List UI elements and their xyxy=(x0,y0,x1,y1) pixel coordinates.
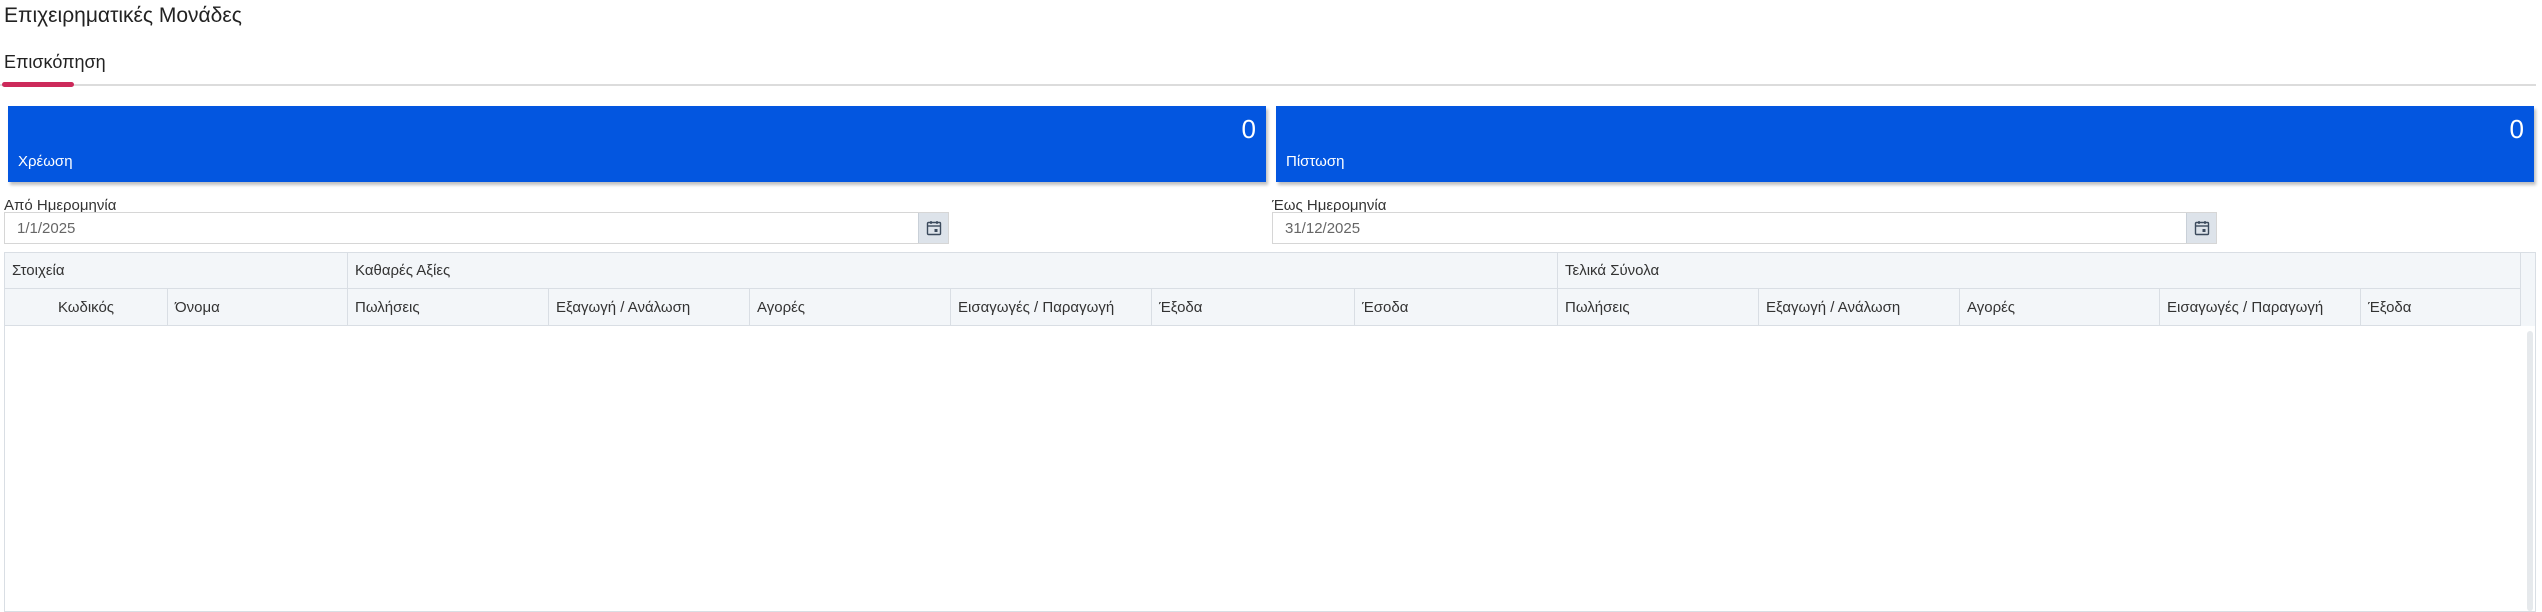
group-header-net-values[interactable]: Καθαρές Αξίες xyxy=(347,253,1557,288)
column-header-net-sales[interactable]: Πωλήσεις xyxy=(347,289,548,325)
column-header-net-purchases[interactable]: Αγορές xyxy=(749,289,950,325)
data-grid: Στοιχεία Καθαρές Αξίες Τελικά Σύνολα Κωδ… xyxy=(4,252,2536,612)
credit-label: Πίστωση xyxy=(1286,153,1345,170)
column-header-net-expenses[interactable]: Έξοδα xyxy=(1151,289,1354,325)
page-title: Επιχειρηματικές Μονάδες xyxy=(4,4,242,27)
column-header-total-imports[interactable]: Εισαγωγές / Παραγωγή xyxy=(2159,289,2360,325)
from-date-picker-button[interactable] xyxy=(918,213,948,243)
group-header-final-totals[interactable]: Τελικά Σύνολα xyxy=(1557,253,2521,288)
from-date-field xyxy=(4,212,949,244)
column-header-net-export[interactable]: Εξαγωγή / Ανάλωση xyxy=(548,289,749,325)
debit-tile: 0 Χρέωση xyxy=(8,106,1266,182)
vertical-scrollbar[interactable] xyxy=(2527,331,2533,611)
to-date-picker-button[interactable] xyxy=(2186,213,2216,243)
tab-overview[interactable]: Επισκόπηση xyxy=(4,52,106,73)
tab-bar: Επισκόπηση xyxy=(0,48,2536,86)
column-header-total-expenses[interactable]: Έξοδα xyxy=(2360,289,2521,325)
active-tab-indicator xyxy=(2,82,74,87)
to-date-field xyxy=(1272,212,2217,244)
column-header-net-imports[interactable]: Εισαγωγές / Παραγωγή xyxy=(950,289,1151,325)
to-date-input[interactable] xyxy=(1273,213,2187,243)
credit-value: 0 xyxy=(2509,114,2524,144)
credit-tile: 0 Πίστωση xyxy=(1276,106,2534,182)
calendar-icon xyxy=(926,221,941,236)
column-header-name[interactable]: Όνομα xyxy=(167,289,347,325)
debit-value: 0 xyxy=(1241,114,1256,144)
column-header-total-export[interactable]: Εξαγωγή / Ανάλωση xyxy=(1758,289,1959,325)
group-header-row: Στοιχεία Καθαρές Αξίες Τελικά Σύνολα xyxy=(5,253,2521,289)
column-header-total-purchases[interactable]: Αγορές xyxy=(1959,289,2159,325)
from-date-input[interactable] xyxy=(5,213,919,243)
group-header-details[interactable]: Στοιχεία xyxy=(5,253,347,288)
column-header-code[interactable]: Κωδικός xyxy=(5,289,167,325)
scrollbar-header-spacer xyxy=(2520,253,2535,326)
column-header-row: Κωδικός Όνομα Πωλήσεις Εξαγωγή / Ανάλωση… xyxy=(5,289,2521,326)
column-header-total-sales[interactable]: Πωλήσεις xyxy=(1557,289,1758,325)
debit-label: Χρέωση xyxy=(18,153,73,170)
calendar-icon xyxy=(2194,221,2209,236)
column-header-net-income[interactable]: Έσοδα xyxy=(1354,289,1557,325)
